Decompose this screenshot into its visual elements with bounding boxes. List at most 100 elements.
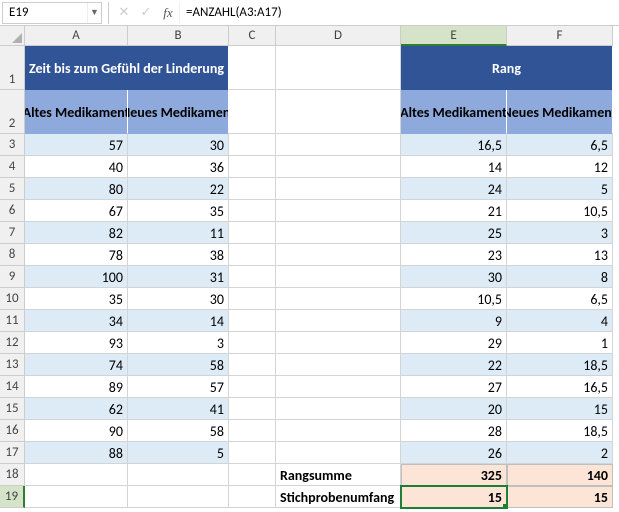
col-header-D[interactable]: D xyxy=(276,26,401,46)
cell-C1[interactable] xyxy=(229,46,276,90)
cell-C2[interactable] xyxy=(229,90,276,134)
cell-B12[interactable]: 3 xyxy=(128,332,229,354)
cell-C19[interactable] xyxy=(229,486,276,508)
cell-D17[interactable] xyxy=(276,442,401,464)
cell-A7[interactable]: 82 xyxy=(25,222,128,244)
cell-E10[interactable]: 10,5 xyxy=(401,288,507,310)
cell-D13[interactable] xyxy=(276,354,401,376)
row-header-13[interactable]: 13 xyxy=(0,354,25,376)
cell-C6[interactable] xyxy=(229,200,276,222)
row-header-15[interactable]: 15 xyxy=(0,398,25,420)
row-header-8[interactable]: 8 xyxy=(0,244,25,266)
cell-C5[interactable] xyxy=(229,178,276,200)
cell-F15[interactable]: 15 xyxy=(507,398,613,420)
row-header-6[interactable]: 6 xyxy=(0,200,25,222)
cell-B8[interactable]: 38 xyxy=(128,244,229,266)
row-header-14[interactable]: 14 xyxy=(0,376,25,398)
cell-A4[interactable]: 40 xyxy=(25,156,128,178)
cell-F19[interactable]: 15 xyxy=(507,486,613,508)
fx-icon[interactable]: fx xyxy=(157,2,179,24)
row-header-16[interactable]: 16 xyxy=(0,420,25,442)
cell-F7[interactable]: 3 xyxy=(507,222,613,244)
col-header-C[interactable]: C xyxy=(229,26,276,46)
cell-F10[interactable]: 6,5 xyxy=(507,288,613,310)
cell-B17[interactable]: 5 xyxy=(128,442,229,464)
cell-D11[interactable] xyxy=(276,310,401,332)
row-header-2[interactable]: 2 xyxy=(0,90,25,134)
row-header-7[interactable]: 7 xyxy=(0,222,25,244)
cell-C3[interactable] xyxy=(229,134,276,156)
row-header-1[interactable]: 1 xyxy=(0,46,25,90)
cell-C7[interactable] xyxy=(229,222,276,244)
cancel-icon[interactable]: ✕ xyxy=(113,2,135,24)
cell-E8[interactable]: 23 xyxy=(401,244,507,266)
cell-E19[interactable]: 15 xyxy=(401,486,507,508)
cell-C10[interactable] xyxy=(229,288,276,310)
cell-A11[interactable]: 34 xyxy=(25,310,128,332)
cell-E4[interactable]: 14 xyxy=(401,156,507,178)
cell-E14[interactable]: 27 xyxy=(401,376,507,398)
col-header-F[interactable]: F xyxy=(507,26,613,46)
cell-F3[interactable]: 6,5 xyxy=(507,134,613,156)
cell-E11[interactable]: 9 xyxy=(401,310,507,332)
cell-F13[interactable]: 18,5 xyxy=(507,354,613,376)
cell-B16[interactable]: 58 xyxy=(128,420,229,442)
cell-E18[interactable]: 325 xyxy=(401,464,507,486)
row-header-19[interactable]: 19 xyxy=(0,486,25,508)
cell-A12[interactable]: 93 xyxy=(25,332,128,354)
cell-B10[interactable]: 30 xyxy=(128,288,229,310)
cell-E13[interactable]: 22 xyxy=(401,354,507,376)
cell-C15[interactable] xyxy=(229,398,276,420)
cell-C9[interactable] xyxy=(229,266,276,288)
cell-C4[interactable] xyxy=(229,156,276,178)
row-header-17[interactable]: 17 xyxy=(0,442,25,464)
cell-B19[interactable] xyxy=(128,486,229,508)
cell-B13[interactable]: 58 xyxy=(128,354,229,376)
cell-D14[interactable] xyxy=(276,376,401,398)
cell-C16[interactable] xyxy=(229,420,276,442)
row-header-12[interactable]: 12 xyxy=(0,332,25,354)
cell-C18[interactable] xyxy=(229,464,276,486)
formula-input[interactable]: =ANZAHL(A3:A17) xyxy=(179,2,619,24)
cell-E12[interactable]: 29 xyxy=(401,332,507,354)
cell-A15[interactable]: 62 xyxy=(25,398,128,420)
cell-E16[interactable]: 28 xyxy=(401,420,507,442)
cell-E3[interactable]: 16,5 xyxy=(401,134,507,156)
cell-D4[interactable] xyxy=(276,156,401,178)
cell-F14[interactable]: 16,5 xyxy=(507,376,613,398)
col-header-E[interactable]: E xyxy=(401,26,507,46)
cell-C17[interactable] xyxy=(229,442,276,464)
cell-A13[interactable]: 74 xyxy=(25,354,128,376)
cell-B18[interactable] xyxy=(128,464,229,486)
cell-C13[interactable] xyxy=(229,354,276,376)
cell-A6[interactable]: 67 xyxy=(25,200,128,222)
cell-F4[interactable]: 12 xyxy=(507,156,613,178)
cell-E15[interactable]: 20 xyxy=(401,398,507,420)
cell-F16[interactable]: 18,5 xyxy=(507,420,613,442)
cell-B3[interactable]: 30 xyxy=(128,134,229,156)
cell-D15[interactable] xyxy=(276,398,401,420)
cell-B11[interactable]: 14 xyxy=(128,310,229,332)
row-header-11[interactable]: 11 xyxy=(0,310,25,332)
cell-C12[interactable] xyxy=(229,332,276,354)
col-header-B[interactable]: B xyxy=(128,26,229,46)
row-header-4[interactable]: 4 xyxy=(0,156,25,178)
cell-D16[interactable] xyxy=(276,420,401,442)
cell-B5[interactable]: 22 xyxy=(128,178,229,200)
cell-F17[interactable]: 2 xyxy=(507,442,613,464)
cell-B15[interactable]: 41 xyxy=(128,398,229,420)
cell-D8[interactable] xyxy=(276,244,401,266)
row-header-9[interactable]: 9 xyxy=(0,266,25,288)
cell-A16[interactable]: 90 xyxy=(25,420,128,442)
cell-E6[interactable]: 21 xyxy=(401,200,507,222)
cell-C11[interactable] xyxy=(229,310,276,332)
cell-D9[interactable] xyxy=(276,266,401,288)
cell-D2[interactable] xyxy=(276,90,401,134)
cell-F6[interactable]: 10,5 xyxy=(507,200,613,222)
cell-B7[interactable]: 11 xyxy=(128,222,229,244)
cell-A14[interactable]: 89 xyxy=(25,376,128,398)
cell-D7[interactable] xyxy=(276,222,401,244)
cell-D12[interactable] xyxy=(276,332,401,354)
name-box[interactable]: E19 ▼ xyxy=(2,2,102,24)
cell-B14[interactable]: 57 xyxy=(128,376,229,398)
